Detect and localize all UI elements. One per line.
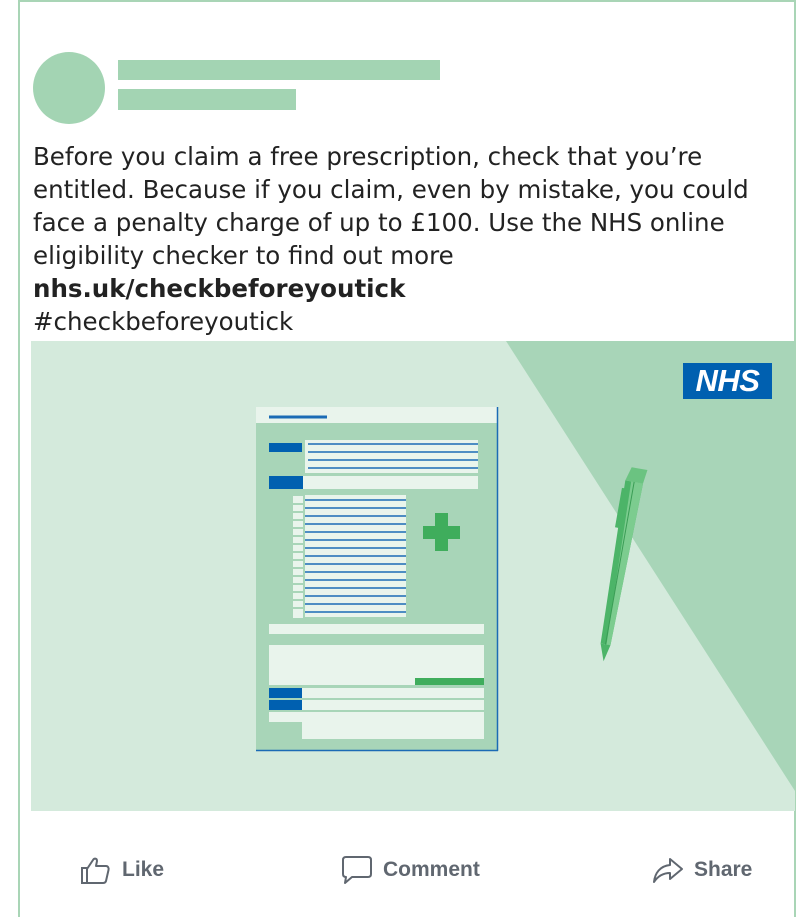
post-image[interactable]: NHS (31, 341, 795, 811)
nhs-logo: NHS (683, 363, 772, 399)
thumbs-up-icon (81, 857, 110, 884)
share-label: Share (694, 858, 753, 881)
like-button[interactable]: Like (80, 840, 164, 900)
share-button[interactable]: Share (652, 840, 752, 900)
share-arrow-icon (653, 858, 683, 883)
avatar-placeholder[interactable] (33, 52, 105, 124)
post-link[interactable]: nhs.uk/checkbeforeyoutick (33, 274, 405, 303)
author-name-placeholder[interactable] (118, 60, 440, 80)
post-actions-bar: Like Comment Share (0, 840, 798, 900)
post-body-text: Before you claim a free prescription, ch… (33, 142, 749, 270)
post-hashtag[interactable]: #checkbeforeyoutick (33, 307, 293, 336)
comment-button[interactable]: Comment (341, 840, 480, 900)
like-label: Like (122, 858, 165, 881)
diagonal-background (506, 341, 795, 791)
comment-label: Comment (383, 858, 480, 881)
post-meta-placeholder (118, 89, 296, 110)
prescription-form-illustration (256, 407, 499, 752)
post-text: Before you claim a free prescription, ch… (33, 140, 793, 338)
comment-icon (342, 856, 372, 884)
prescription-illustration (256, 341, 795, 791)
